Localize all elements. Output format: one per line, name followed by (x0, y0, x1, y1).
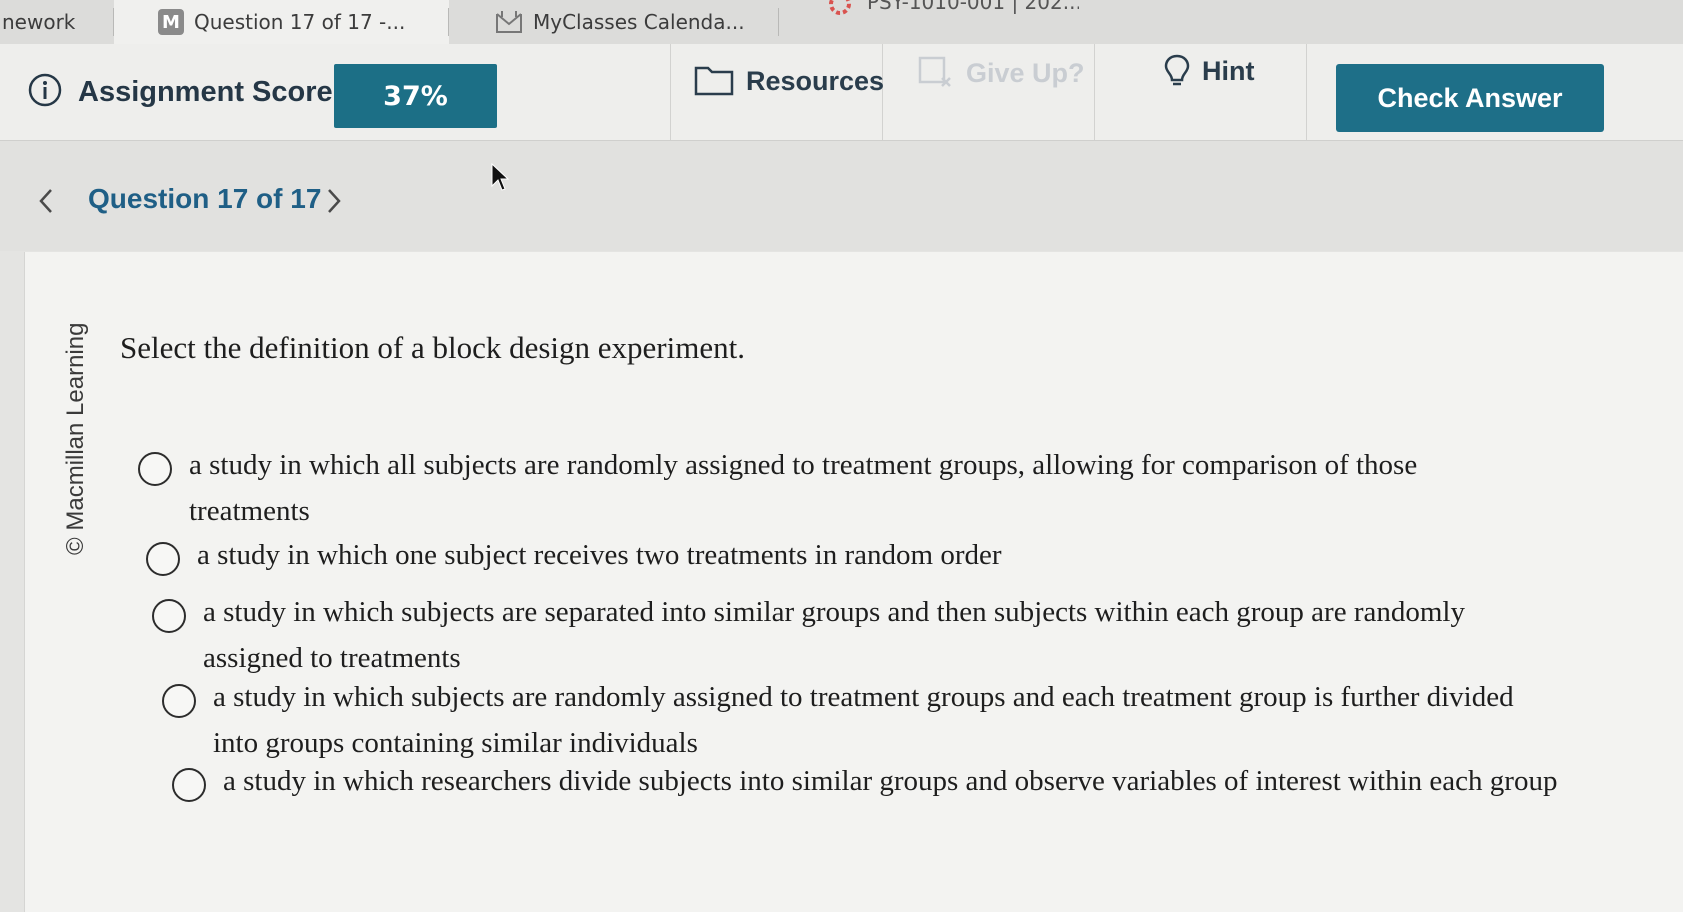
folder-icon (694, 64, 734, 100)
resources-button[interactable]: Resources (670, 44, 885, 140)
answer-option[interactable]: a study in which subjects are randomly a… (162, 681, 1562, 766)
tab-psy-course[interactable]: PSY-1010-001 | 202... (779, 0, 1079, 44)
next-question-icon[interactable] (326, 187, 342, 219)
browser-tab-strip: nework M Question 17 of 17 -... MyClasse… (0, 0, 1683, 44)
question-counter[interactable]: Question 17 of 17 (88, 183, 321, 215)
radio-button[interactable] (146, 542, 180, 576)
answer-option-text: a study in which subjects are separated … (203, 596, 1465, 674)
tab-label: PSY-1010-001 | 202... (867, 0, 1079, 14)
tab-label: Question 17 of 17 -... (194, 10, 406, 34)
answer-option[interactable]: a study in which all subjects are random… (138, 449, 1438, 534)
hint-button[interactable]: Hint (1094, 44, 1307, 140)
macmillan-m-icon: M (158, 9, 184, 35)
radio-button[interactable] (152, 599, 186, 633)
radio-button[interactable] (172, 768, 206, 802)
radio-button[interactable] (138, 452, 172, 486)
previous-question-icon[interactable] (38, 187, 54, 219)
answer-option[interactable]: a study in which one subject receives tw… (146, 539, 1446, 578)
course-logo-icon (823, 0, 857, 18)
info-icon[interactable] (28, 73, 62, 111)
mouse-cursor-icon (490, 162, 510, 196)
give-up-label: Give Up? (966, 58, 1085, 88)
assignment-score-value: 37% (334, 64, 497, 128)
hint-label: Hint (1202, 56, 1255, 86)
give-up-icon (918, 56, 954, 94)
tab-label: MyClasses Calenda... (533, 10, 745, 34)
lightbulb-icon (1164, 54, 1190, 92)
tab-homework[interactable]: nework (0, 0, 114, 44)
assignment-score-label: Assignment Score: (78, 75, 343, 108)
answer-option[interactable]: a study in which researchers divide subj… (172, 765, 1652, 804)
question-navigation: Question 17 of 17 (0, 141, 1683, 251)
answer-option-text: a study in which one subject receives tw… (197, 539, 1002, 571)
assignment-score-section: Assignment Score: 37% (0, 44, 671, 140)
assignment-toolbar: Assignment Score: 37% Resources Give Up?… (0, 44, 1683, 141)
radio-button[interactable] (162, 684, 196, 718)
tab-question[interactable]: M Question 17 of 17 -... (114, 0, 449, 44)
resources-label: Resources (746, 66, 885, 96)
question-prompt: Select the definition of a block design … (120, 330, 745, 365)
answer-option-text: a study in which researchers divide subj… (223, 765, 1558, 797)
check-answer-button[interactable]: Check Answer (1336, 64, 1604, 132)
calendar-icon (495, 10, 523, 34)
tab-myclasses-calendar[interactable]: MyClasses Calenda... (449, 0, 779, 44)
answer-option-text: a study in which subjects are randomly a… (213, 681, 1514, 759)
answer-option-text: a study in which all subjects are random… (189, 449, 1418, 527)
tab-label: nework (2, 10, 76, 34)
answer-option[interactable]: a study in which subjects are separated … (152, 596, 1512, 681)
give-up-button[interactable]: Give Up? (882, 44, 1095, 140)
macmillan-learning-credit: © Macmillan Learning (62, 322, 89, 555)
